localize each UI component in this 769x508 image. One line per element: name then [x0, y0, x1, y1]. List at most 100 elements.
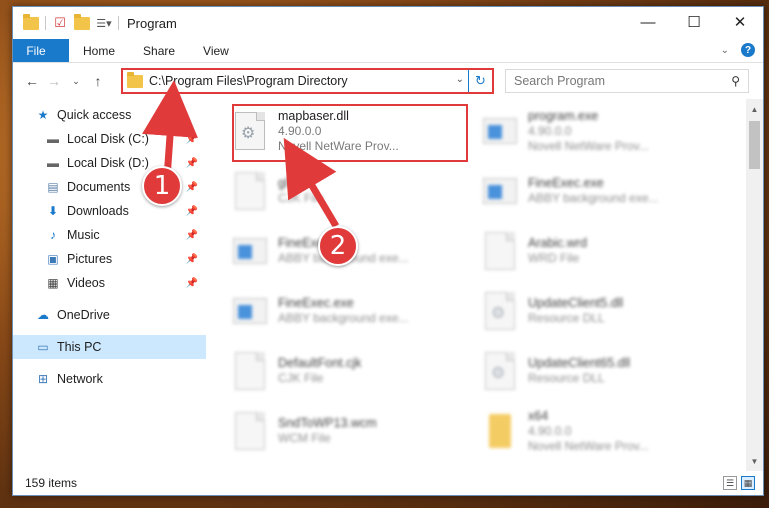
- file-name: mapbaser.dll: [278, 108, 349, 123]
- sidebar-item-quick-access[interactable]: ★ Quick access: [13, 103, 206, 127]
- network-icon: ⊞: [37, 372, 49, 386]
- view-toggle: ☰ ▦: [723, 476, 755, 490]
- drive-icon: ▬: [47, 156, 59, 170]
- ribbon-tabs: File Home Share View ⌄ ?: [13, 39, 763, 63]
- tab-home[interactable]: Home: [69, 39, 129, 62]
- scroll-down-icon[interactable]: ▼: [746, 453, 763, 469]
- address-path[interactable]: C:\Program Files\Program Directory: [149, 74, 348, 88]
- sidebar-item-label: Local Disk (C:): [67, 132, 149, 146]
- videos-icon: ▦: [47, 276, 59, 290]
- sidebar-item-local-disk-d[interactable]: ▬ Local Disk (D:) 📌: [13, 151, 206, 175]
- tab-view[interactable]: View: [189, 39, 243, 62]
- file-description: Novell NetWare Prov...: [528, 438, 649, 453]
- file-name: x64: [528, 408, 549, 423]
- step-2-badge: 2: [318, 226, 358, 266]
- scroll-up-icon[interactable]: ▲: [746, 101, 763, 117]
- sidebar-item-music[interactable]: ♪ Music 📌: [13, 223, 206, 247]
- ribbon-right: ⌄ ?: [721, 43, 755, 57]
- sidebar-item-downloads[interactable]: ⬇ Downloads 📌: [13, 199, 206, 223]
- file-icon: [232, 411, 268, 451]
- quick-access-toolbar: ☑ ☰▾: [13, 13, 119, 31]
- file-description: Novell NetWare Prov...: [528, 138, 649, 153]
- file-list[interactable]: ⚙ mapbaser.dll 4.90.0.0 Novell NetWare P…: [206, 99, 763, 471]
- search-icon[interactable]: ⚲: [731, 74, 740, 88]
- sidebar-item-label: This PC: [57, 340, 102, 354]
- file-type: Resource DLL: [528, 311, 605, 325]
- exe-icon: [232, 291, 268, 331]
- sidebar-item-label: Pictures: [67, 252, 113, 266]
- drive-icon: ▬: [47, 132, 59, 146]
- up-button[interactable]: ↑: [87, 70, 109, 92]
- sidebar-item-label: Videos: [67, 276, 105, 290]
- file-version: 4.90.0.0: [528, 423, 572, 438]
- file-item[interactable]: SndToWP13.wcm WCM File: [228, 401, 478, 461]
- chevron-down-icon[interactable]: ⌄: [456, 74, 464, 85]
- sidebar-item-local-disk-c[interactable]: ▬ Local Disk (C:) 📌: [13, 127, 206, 151]
- file-icon: [482, 231, 518, 271]
- item-count: 159 items: [25, 476, 78, 490]
- file-item[interactable]: DefaultFont.cjk CJK File: [228, 341, 478, 401]
- exe-icon: [232, 231, 268, 271]
- star-icon: ★: [37, 108, 49, 122]
- file-item[interactable]: gl.cjk CJK File: [228, 161, 478, 221]
- pc-icon: ▭: [37, 340, 49, 354]
- new-folder-icon[interactable]: [74, 13, 90, 31]
- file-item[interactable]: ⚙ UpdateClient65.dll Resource DLL: [478, 341, 728, 401]
- file-type: Resource DLL: [528, 371, 605, 385]
- sidebar-item-this-pc[interactable]: ▭ This PC: [13, 335, 206, 359]
- vertical-scrollbar[interactable]: ▲ ▼: [746, 99, 763, 471]
- dll-gear-icon: ⚙: [482, 351, 518, 391]
- close-button[interactable]: ✕: [717, 7, 763, 37]
- file-item[interactable]: Arabic.wrd WRD File: [478, 221, 728, 281]
- cloud-icon: ☁: [37, 308, 49, 322]
- sidebar-item-onedrive[interactable]: ☁ OneDrive: [13, 303, 206, 327]
- expand-ribbon-icon[interactable]: ⌄: [721, 45, 729, 56]
- details-view-icon[interactable]: ☰: [723, 476, 737, 490]
- minimize-button[interactable]: —: [625, 7, 671, 37]
- file-name: program.exe: [528, 108, 599, 123]
- navigation-bar: ← → ⌄ ↑ C:\Program Files\Program Directo…: [13, 63, 763, 99]
- file-item[interactable]: FineExec.exe ABBY background exe...: [228, 281, 478, 341]
- maximize-button[interactable]: ☐: [671, 7, 717, 37]
- step-1-badge: 1: [142, 166, 182, 206]
- navigation-pane[interactable]: ★ Quick access ▬ Local Disk (C:) 📌 ▬ Loc…: [13, 99, 206, 471]
- pin-icon: 📌: [185, 253, 198, 265]
- properties-icon[interactable]: ☑: [52, 15, 68, 31]
- back-button[interactable]: ←: [21, 70, 43, 92]
- file-name: DefaultFont.cjk: [278, 356, 362, 370]
- search-input[interactable]: Search Program ⚲: [505, 69, 749, 93]
- sidebar-item-label: OneDrive: [57, 308, 110, 322]
- file-name: gl.cjk: [278, 176, 307, 190]
- tab-file[interactable]: File: [13, 39, 69, 62]
- music-icon: ♪: [50, 228, 56, 242]
- search-placeholder: Search Program: [514, 74, 606, 88]
- sidebar-item-network[interactable]: ⊞ Network: [13, 367, 206, 391]
- sidebar-item-label: Documents: [67, 180, 131, 194]
- tab-share[interactable]: Share: [129, 39, 189, 62]
- sidebar-item-label: Quick access: [57, 108, 132, 122]
- address-bar[interactable]: C:\Program Files\Program Directory ⌄ ↻: [121, 68, 494, 94]
- customize-toolbar-icon[interactable]: ☰▾: [96, 15, 112, 31]
- sidebar-item-videos[interactable]: ▦ Videos 📌: [13, 271, 206, 295]
- pin-icon: 📌: [185, 157, 198, 169]
- file-item-mapbaser-dll[interactable]: ⚙ mapbaser.dll 4.90.0.0 Novell NetWare P…: [228, 101, 478, 161]
- file-item[interactable]: x64 4.90.0.0 Novell NetWare Prov...: [478, 401, 728, 461]
- tiles-view-icon[interactable]: ▦: [741, 476, 755, 490]
- file-type: ABBY background exe...: [528, 191, 659, 205]
- refresh-icon[interactable]: ↻: [468, 70, 492, 92]
- file-item[interactable]: FineExec.exe ABBY background exe...: [478, 161, 728, 221]
- pin-icon: 📌: [185, 277, 198, 289]
- help-icon[interactable]: ?: [741, 43, 755, 57]
- file-item[interactable]: ⚙ UpdateClient5.dll Resource DLL: [478, 281, 728, 341]
- forward-button[interactable]: →: [43, 70, 65, 92]
- scroll-thumb[interactable]: [749, 121, 760, 169]
- file-type: CJK File: [278, 191, 324, 205]
- file-item[interactable]: program.exe 4.90.0.0 Novell NetWare Prov…: [478, 101, 728, 161]
- dll-gear-icon: ⚙: [232, 111, 268, 151]
- recent-locations-icon[interactable]: ⌄: [65, 70, 87, 92]
- file-version: 4.90.0.0: [278, 123, 322, 138]
- pin-icon: 📌: [185, 229, 198, 241]
- sidebar-item-pictures[interactable]: ▣ Pictures 📌: [13, 247, 206, 271]
- status-bar: 159 items ☰ ▦: [13, 471, 763, 495]
